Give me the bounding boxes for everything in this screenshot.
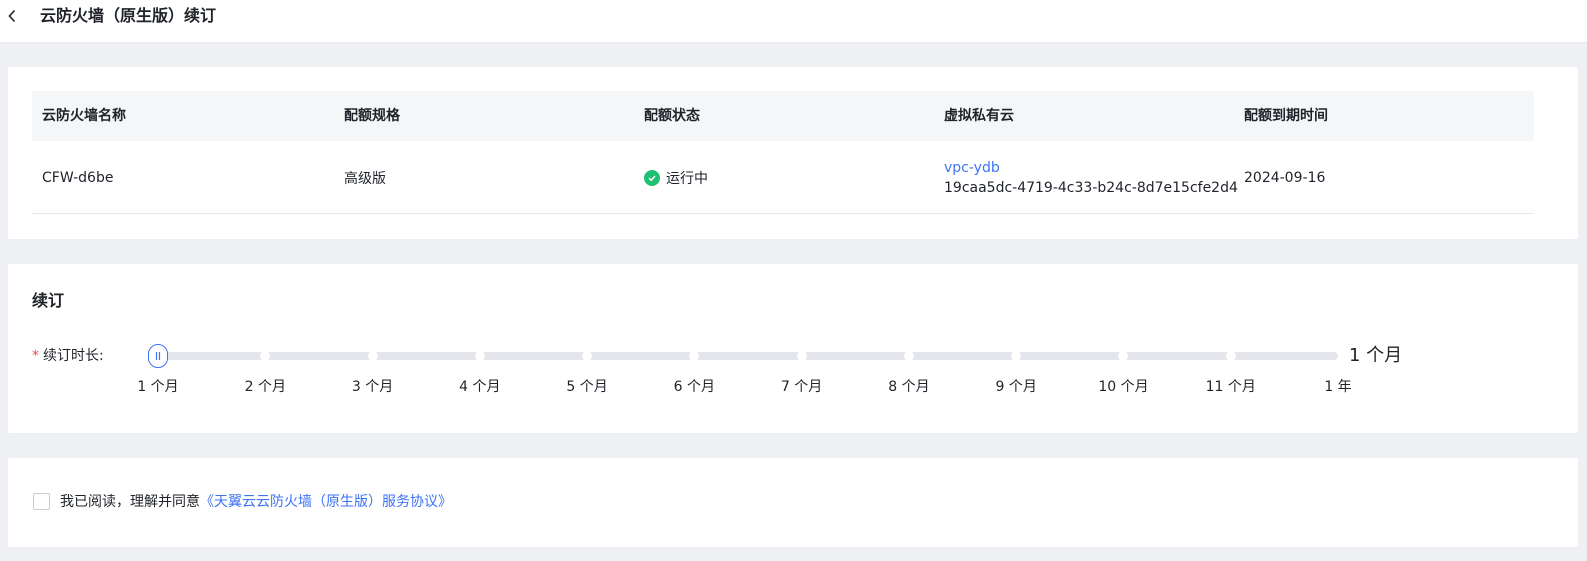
duration-tick-dot: [1011, 351, 1022, 361]
agreement-card: 我已阅读，理解并同意《天翼云云防火墙（原生版）服务协议》: [8, 458, 1578, 547]
duration-mark-6[interactable]: 6 个月: [674, 377, 715, 397]
duration-mark-10[interactable]: 10 个月: [1098, 377, 1148, 397]
cell-expire-date: 2024-09-16: [1244, 169, 1326, 186]
duration-tick-dot: [1225, 351, 1236, 361]
instance-card: 云防火墙名称 配额规格 配额状态 虚拟私有云 配额到期时间 CFW-d6be 高…: [8, 67, 1578, 239]
duration-tick-dot: [796, 351, 807, 361]
service-agreement-link[interactable]: 《天翼云云防火墙（原生版）服务协议》: [200, 494, 452, 510]
agreement-statement: 我已阅读，理解并同意: [60, 494, 200, 510]
duration-mark-2[interactable]: 2 个月: [245, 377, 286, 397]
duration-mark-5[interactable]: 5 个月: [566, 377, 607, 397]
grip-icon: [155, 352, 161, 360]
duration-slider-track[interactable]: [158, 351, 1338, 361]
table-header: 云防火墙名称 配额规格 配额状态 虚拟私有云 配额到期时间: [32, 91, 1534, 141]
page-title: 云防火墙（原生版）续订: [40, 6, 217, 25]
duration-mark-3[interactable]: 3 个月: [352, 377, 393, 397]
renew-section-title: 续订: [32, 291, 65, 310]
duration-label-text: 续订时长:: [43, 348, 104, 364]
page-header: 云防火墙（原生版）续订: [0, 0, 1587, 42]
duration-mark-9[interactable]: 9 个月: [995, 377, 1036, 397]
vpc-link[interactable]: vpc-ydb: [944, 158, 1000, 178]
duration-label: * 续订时长:: [32, 346, 104, 366]
duration-mark-4[interactable]: 4 个月: [459, 377, 500, 397]
duration-selected-value: 1 个月: [1349, 345, 1403, 366]
column-header-spec: 配额规格: [344, 108, 400, 124]
column-header-name: 云防火墙名称: [42, 108, 126, 124]
table-row: CFW-d6be 高级版 运行中 vpc-ydb 19caa5dc-4719-4…: [32, 141, 1534, 214]
duration-mark-7[interactable]: 7 个月: [781, 377, 822, 397]
duration-mark-8[interactable]: 8 个月: [888, 377, 929, 397]
duration-tick-dot: [474, 351, 485, 361]
duration-tick-dot: [260, 351, 271, 361]
duration-mark-1[interactable]: 1 个月: [137, 377, 178, 397]
status-text: 运行中: [666, 170, 708, 187]
duration-tick-dot: [1118, 351, 1129, 361]
chevron-left-icon[interactable]: [4, 6, 20, 26]
agreement-text: 我已阅读，理解并同意《天翼云云防火墙（原生版）服务协议》: [60, 492, 452, 512]
renew-card: 续订 * 续订时长: 1 个月 1 个月 2 个月 3 个月 4 个月 5 个月 6 个月 7…: [8, 264, 1578, 433]
check-circle-icon: [644, 169, 660, 186]
cell-firewall-name: CFW-d6be: [42, 169, 114, 186]
duration-mark-11[interactable]: 11 个月: [1206, 377, 1256, 397]
cell-spec: 高级版: [344, 170, 386, 187]
duration-tick-dot: [689, 351, 700, 361]
column-header-status: 配额状态: [644, 108, 700, 124]
duration-slider-handle[interactable]: [148, 344, 168, 368]
cell-vpc: vpc-ydb 19caa5dc-4719-4c33-b24c-8d7e15cf…: [944, 141, 1238, 214]
required-mark: *: [32, 348, 39, 364]
column-header-vpc: 虚拟私有云: [944, 108, 1014, 124]
vpc-id: 19caa5dc-4719-4c33-b24c-8d7e15cfe2d4: [944, 179, 1238, 196]
duration-tick-dot: [582, 351, 593, 361]
agreement-checkbox[interactable]: [33, 493, 50, 510]
duration-tick-dot: [903, 351, 914, 361]
duration-tick-dot: [367, 351, 378, 361]
duration-mark-12[interactable]: 1 年: [1324, 377, 1351, 397]
column-header-expire: 配额到期时间: [1244, 108, 1328, 124]
cell-status: 运行中: [644, 141, 708, 214]
